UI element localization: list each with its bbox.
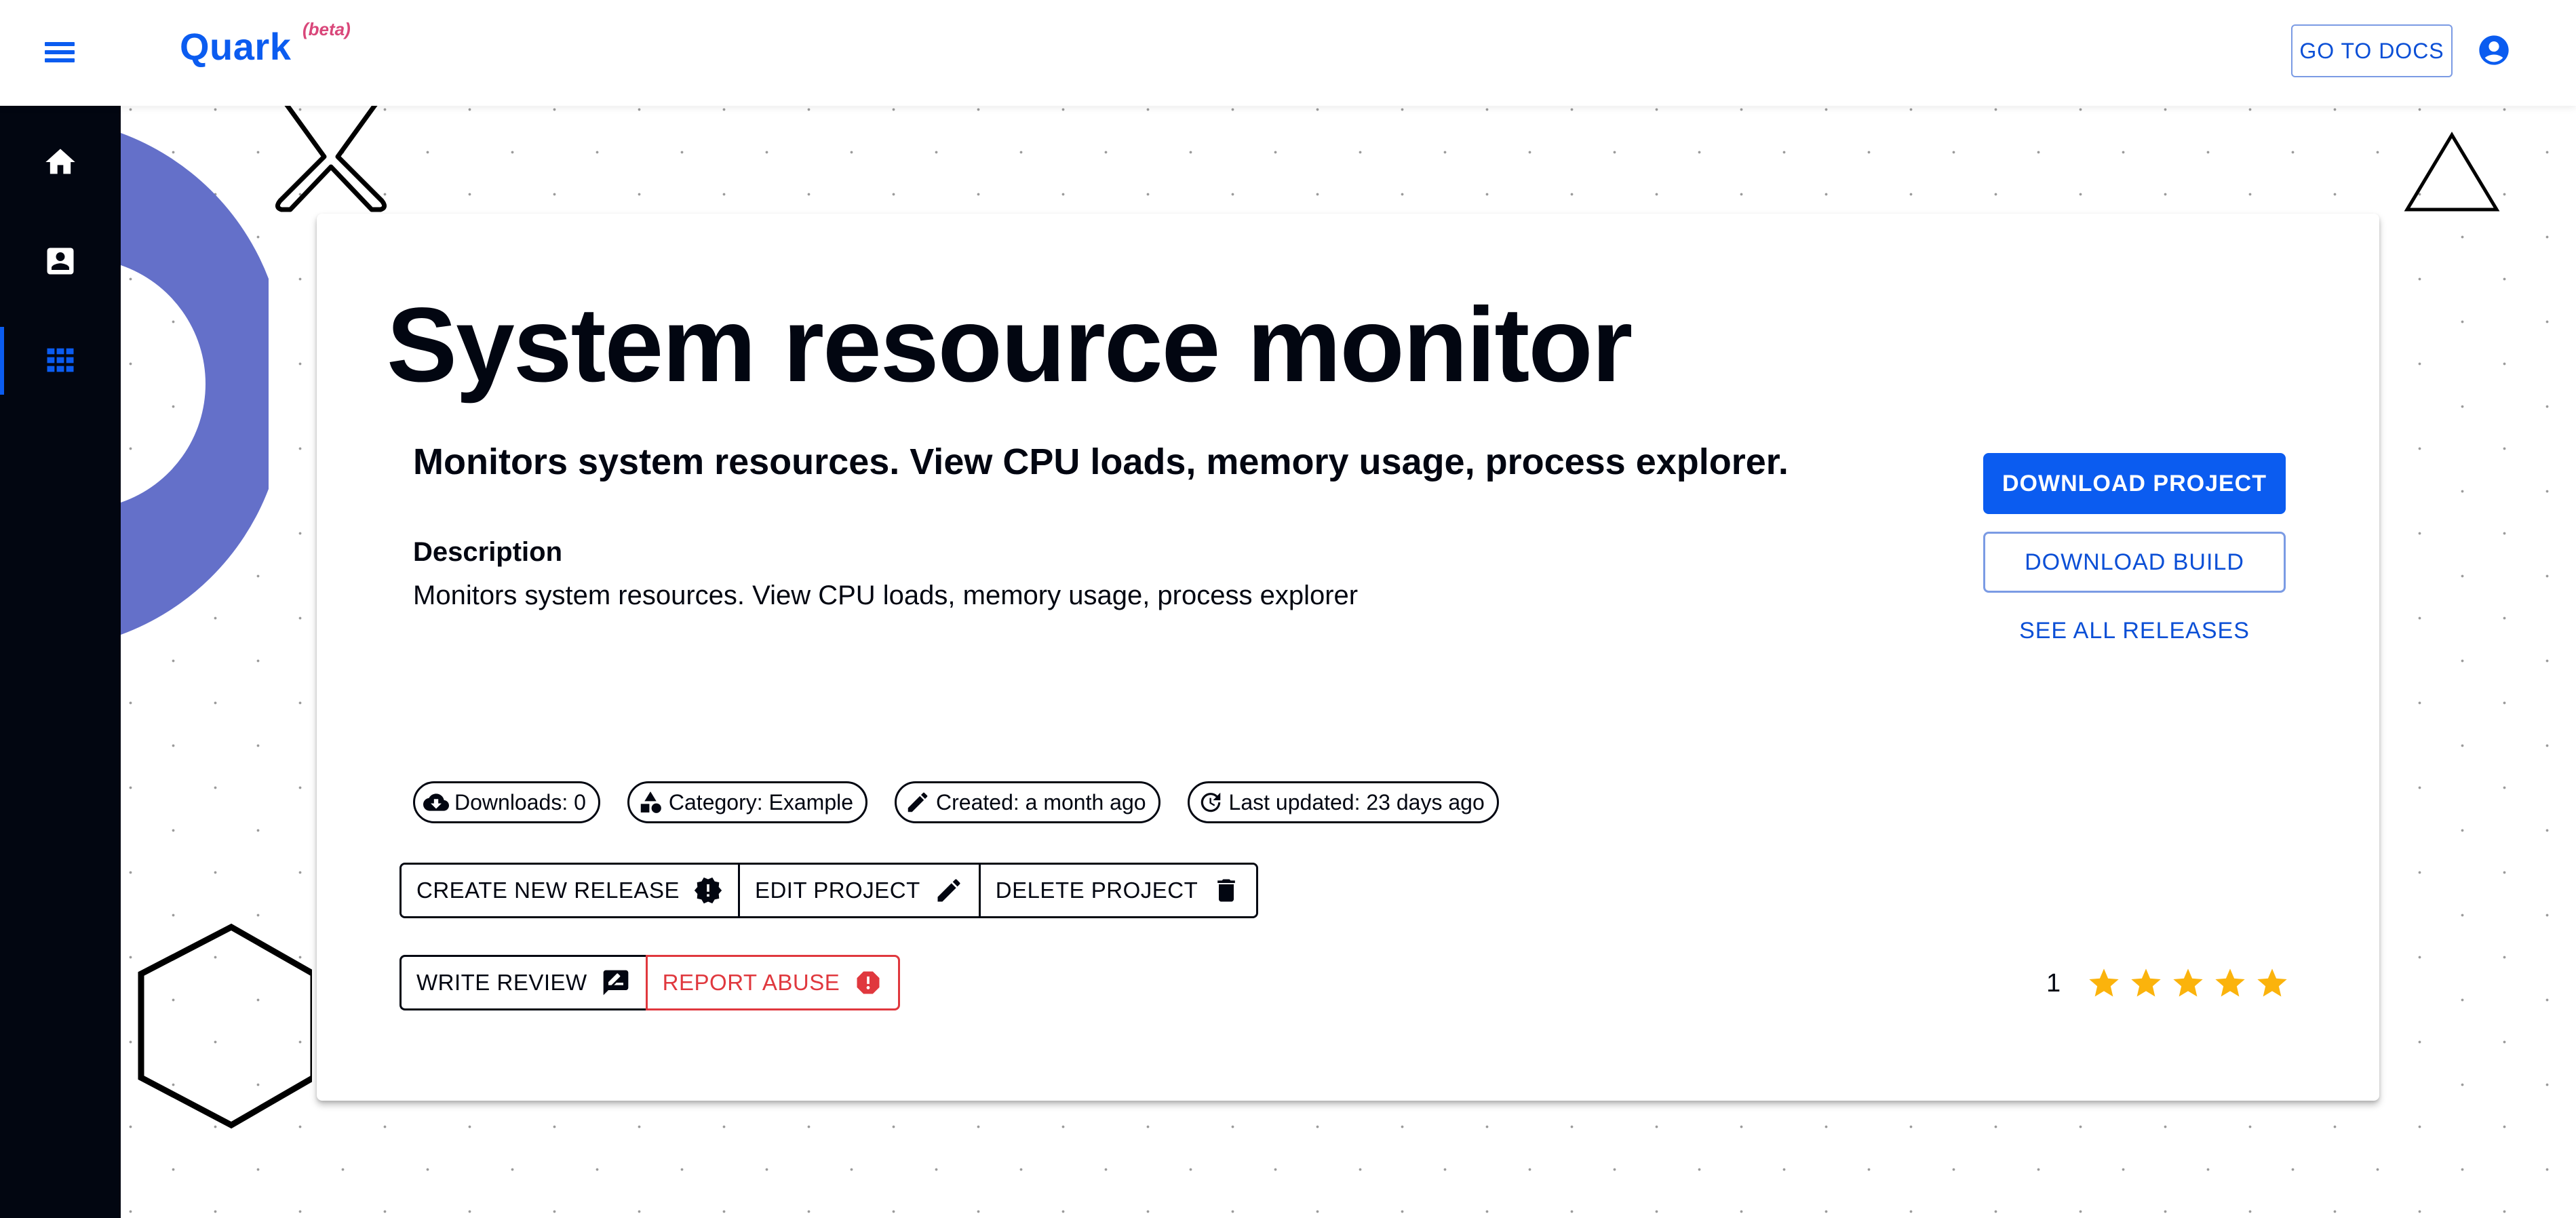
created-label: Created: a month ago (936, 789, 1146, 814)
download-project-button[interactable]: DOWNLOAD PROJECT (1983, 453, 2286, 514)
go-to-docs-button[interactable]: GO TO DOCS (2291, 24, 2453, 77)
downloads-chip: Downloads: 0 (413, 781, 600, 823)
pencil-icon (908, 792, 928, 812)
hamburger-menu-icon[interactable] (41, 35, 79, 69)
rating-count: 1 (2046, 968, 2061, 998)
manage-project-button-group: CREATE NEW RELEASE EDIT PROJECT DELETE P… (399, 863, 1259, 918)
created-chip: Created: a month ago (895, 781, 1160, 823)
brand-logo[interactable]: Quark (180, 24, 291, 68)
sidebar-item-profile[interactable] (0, 212, 121, 311)
star-icon[interactable] (2255, 966, 2290, 1001)
report-icon (857, 971, 880, 994)
star-rating[interactable] (2086, 966, 2290, 1001)
account-circle-icon[interactable] (2476, 33, 2512, 68)
beta-badge: (beta) (303, 19, 351, 39)
contact-card-icon (47, 248, 74, 275)
sidebar-item-home[interactable] (0, 113, 121, 212)
delete-project-label: DELETE PROJECT (995, 878, 1198, 903)
edit-project-button[interactable]: EDIT PROJECT (737, 865, 979, 916)
sidebar-item-apps[interactable] (0, 311, 121, 410)
rating-summary: 1 (2046, 962, 2290, 1005)
create-new-release-label: CREATE NEW RELEASE (416, 878, 680, 903)
see-all-releases-link[interactable]: SEE ALL RELEASES (1983, 610, 2286, 651)
download-build-button[interactable]: DOWNLOAD BUILD (1983, 532, 2286, 593)
category-chip: Category: Example (627, 781, 868, 823)
report-abuse-label: REPORT ABUSE (662, 970, 840, 995)
delete-project-button[interactable]: DELETE PROJECT (978, 865, 1257, 916)
project-title: System resource monitor (387, 286, 1633, 404)
category-label: Category: Example (668, 789, 854, 814)
star-icon[interactable] (2170, 966, 2206, 1001)
cloud-download-icon (423, 793, 449, 811)
new-release-icon (694, 877, 722, 904)
category-icon (640, 791, 661, 813)
project-meta-chips: Downloads: 0 Category: Example Created: … (413, 781, 1499, 823)
star-icon[interactable] (2086, 966, 2122, 1001)
report-abuse-button[interactable]: REPORT ABUSE (645, 955, 901, 1010)
edit-project-label: EDIT PROJECT (754, 878, 920, 903)
apps-grid-icon (47, 348, 74, 372)
decorative-x-shape (275, 106, 387, 212)
trash-icon (1217, 879, 1236, 902)
sidebar-nav (0, 106, 121, 1218)
description-label: Description (413, 537, 563, 567)
project-card: System resource monitor Monitors system … (317, 214, 2379, 1101)
last-updated-label: Last updated: 23 days ago (1228, 789, 1485, 814)
edit-icon (937, 879, 960, 902)
create-new-release-button[interactable]: CREATE NEW RELEASE (402, 865, 738, 916)
description-text: Monitors system resources. View CPU load… (413, 581, 1359, 610)
rate-review-icon (603, 970, 629, 996)
star-icon[interactable] (2212, 966, 2248, 1001)
write-review-label: WRITE REVIEW (416, 970, 587, 995)
write-review-button[interactable]: WRITE REVIEW (399, 955, 646, 1010)
top-app-bar: Quark (beta) GO TO DOCS (0, 0, 2576, 106)
star-icon[interactable] (2128, 966, 2164, 1001)
decorative-triangle-shape (2404, 132, 2500, 212)
decorative-ring-shape (121, 133, 269, 635)
last-updated-chip: Last updated: 23 days ago (1187, 781, 1499, 823)
downloads-label: Downloads: 0 (454, 789, 586, 814)
project-summary: Monitors system resources. View CPU load… (413, 441, 1789, 482)
review-button-group: WRITE REVIEW REPORT ABUSE (399, 955, 901, 1010)
download-actions: DOWNLOAD PROJECT DOWNLOAD BUILD SEE ALL … (1983, 453, 2286, 651)
update-icon (1201, 792, 1220, 812)
decorative-hexagon-shape (138, 923, 312, 1129)
home-icon (45, 149, 75, 174)
